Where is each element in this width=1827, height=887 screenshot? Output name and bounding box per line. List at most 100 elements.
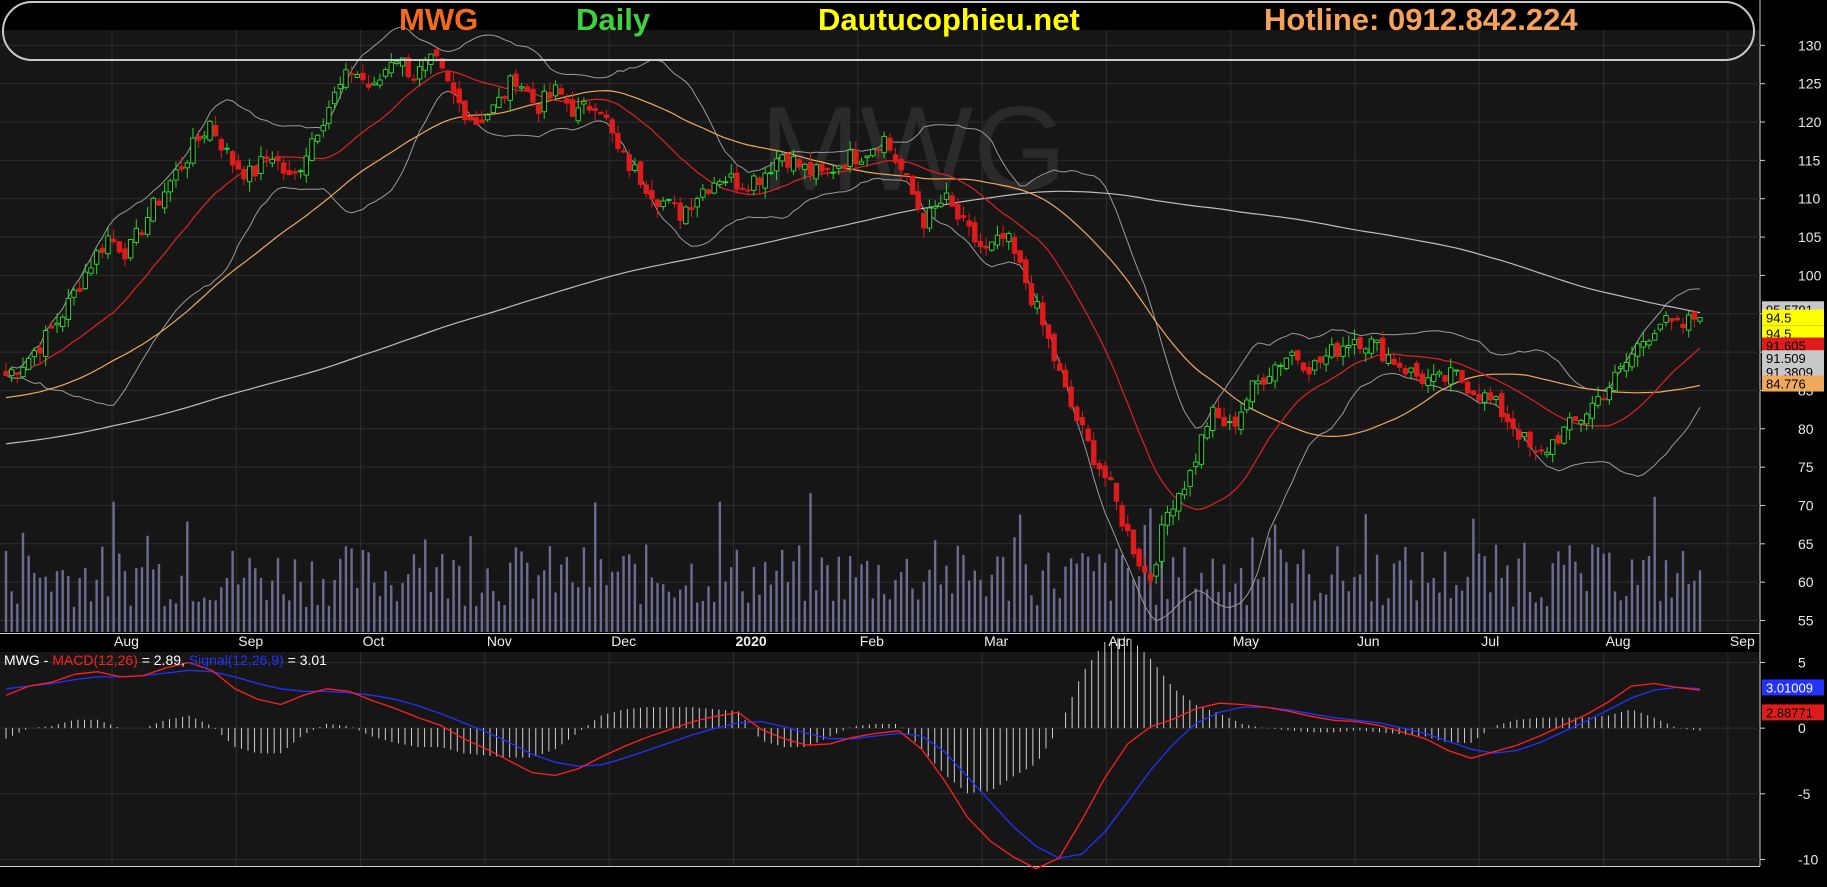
header-symbol: MWG [399, 2, 479, 37]
volume-bar [208, 599, 212, 632]
volume-bar [67, 576, 70, 632]
volume-bar [367, 552, 370, 632]
candle-down [1136, 548, 1142, 567]
volume-bar [1058, 598, 1061, 632]
candle-up [575, 107, 581, 122]
volume-bar [38, 577, 42, 632]
candle-up [1448, 367, 1454, 385]
candle-up [552, 84, 559, 97]
volume-bar [588, 587, 591, 632]
candle-up [683, 206, 689, 225]
candle-down [904, 173, 910, 176]
candle-up [1663, 315, 1669, 323]
candle-up [932, 205, 938, 209]
candle-up [382, 69, 389, 77]
candle-down [558, 88, 564, 95]
volume-bar [503, 605, 506, 632]
candle-down [643, 184, 649, 194]
candle-down [960, 215, 967, 218]
volume-bar [429, 591, 433, 632]
candle-up [133, 227, 140, 243]
volume-bar [1466, 576, 1469, 632]
candle-down [195, 135, 202, 141]
volume-bar [1426, 582, 1430, 632]
volume-bar [78, 578, 81, 632]
month-label: Sep [1730, 633, 1755, 649]
volume-bar [616, 571, 620, 632]
candle-up [1685, 314, 1692, 331]
candle-up [320, 124, 326, 132]
volume-bar [339, 558, 342, 632]
price-tick-label: 115 [1798, 152, 1821, 168]
candle-down [615, 133, 621, 149]
volume-bar [1375, 554, 1379, 632]
candle-up [1634, 343, 1641, 357]
volume-bar [327, 605, 331, 632]
candle-down [275, 156, 281, 162]
volume-bar [344, 546, 348, 632]
candle-up [864, 155, 870, 158]
volume-bar [1290, 603, 1294, 632]
candle-down [620, 150, 627, 153]
volume-bar [169, 599, 172, 632]
volume-bar [265, 600, 268, 632]
candle-down [99, 247, 106, 253]
candle-down [626, 154, 632, 171]
candle-down [564, 98, 570, 104]
volume-bar [1245, 605, 1248, 632]
volume-bar [1183, 547, 1186, 632]
volume-bar [531, 598, 535, 632]
candle-up [54, 322, 60, 326]
volume-bar [877, 564, 880, 632]
volume-bar [1676, 573, 1679, 632]
volume-bar [571, 582, 574, 632]
volume-bar [395, 601, 399, 632]
candle-down [1079, 417, 1086, 426]
volume-bar [560, 564, 563, 632]
candle-down [1295, 350, 1301, 361]
candle-down [1600, 398, 1607, 401]
candle-up [1187, 470, 1193, 488]
candle-down [745, 189, 751, 192]
volume-bar [854, 577, 858, 632]
watermark: MWG [760, 82, 1067, 216]
volume-bar [1630, 559, 1634, 632]
volume-bar [865, 560, 869, 632]
candle-up [1153, 564, 1159, 577]
volume-bar [1336, 546, 1339, 632]
volume-bar [1494, 544, 1498, 632]
volume-bar [361, 549, 365, 632]
candle-down [1085, 428, 1091, 441]
candle-down [1040, 302, 1046, 326]
candle-up [1561, 426, 1567, 444]
volume-bar [1523, 542, 1526, 632]
volume-bar [622, 556, 625, 632]
candle-up [1453, 369, 1460, 372]
candle-up [518, 86, 525, 89]
candle-up [269, 158, 275, 164]
volume-bar [1001, 556, 1005, 632]
candle-up [496, 96, 502, 108]
candle-down [609, 119, 615, 134]
volume-bar [135, 568, 138, 632]
volume-bar [1211, 558, 1214, 632]
candle-down [1414, 363, 1420, 377]
candle-up [1363, 348, 1369, 354]
volume-bar [826, 565, 829, 632]
volume-bar [10, 591, 13, 632]
candle-up [666, 198, 672, 201]
volume-bar [526, 562, 529, 632]
candle-down [1516, 429, 1522, 440]
volume-bar [180, 575, 183, 632]
volume-bar [1035, 605, 1039, 632]
candle-down [1476, 394, 1482, 401]
candle-up [1493, 396, 1499, 401]
volume-bar [1596, 547, 1600, 632]
volume-bar [316, 605, 319, 632]
candle-up [768, 172, 774, 175]
candle-down [1045, 324, 1052, 339]
volume-bar [628, 554, 631, 632]
candle-down [450, 82, 457, 95]
volume-bar [1579, 573, 1583, 632]
candle-down [467, 116, 474, 121]
